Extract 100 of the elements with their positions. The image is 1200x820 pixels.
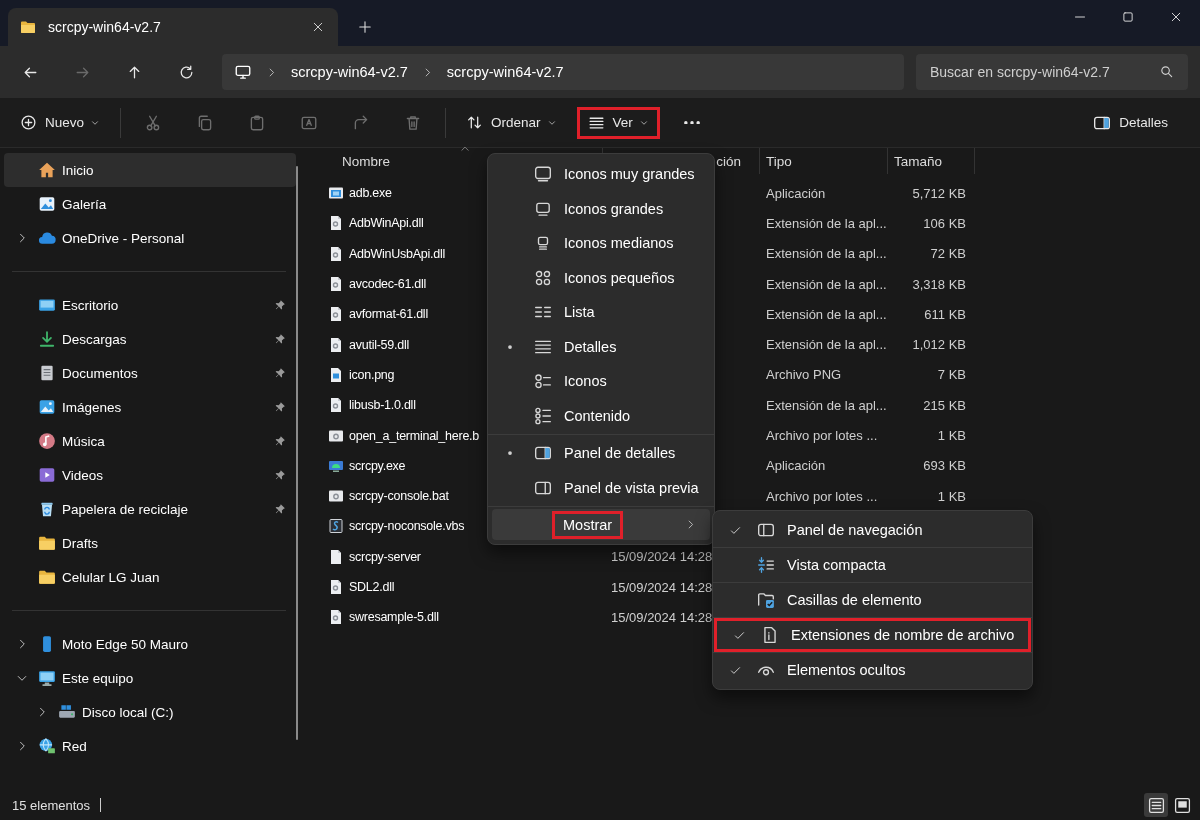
menu-item[interactable]: Contenido [492, 398, 710, 433]
sidebar-item[interactable]: Inicio [4, 153, 296, 187]
sidebar-item[interactable]: Videos [4, 458, 296, 492]
size-cell: 693 KB [923, 458, 966, 474]
plus-circle-icon [20, 114, 37, 131]
size-cell: 1,012 KB [912, 337, 966, 353]
close-icon[interactable] [1170, 11, 1182, 23]
size-cell: 1 KB [937, 488, 966, 504]
file-name[interactable]: scrcpy-server [349, 549, 421, 564]
music-note-icon [38, 432, 56, 450]
menu-item[interactable]: Lista [492, 295, 710, 330]
sidebar-item[interactable]: Este equipo [4, 661, 296, 695]
file-name[interactable]: avformat-61.dll [349, 307, 428, 322]
sort-button[interactable]: Ordenar [458, 106, 565, 139]
column-header[interactable]: Tamaño [888, 148, 975, 174]
drive-icon [58, 703, 76, 721]
file-name[interactable]: swresample-5.dll [349, 610, 439, 625]
search-field[interactable]: Buscar en scrcpy-win64-v2.7 [916, 54, 1188, 90]
menu-item[interactable]: Vista compacta [713, 548, 1032, 582]
window-tab[interactable]: scrcpy-win64-v2.7 [8, 8, 338, 46]
film-icon [38, 466, 56, 484]
content-icon [534, 406, 552, 425]
type-cell: Extensión de la apl... [766, 397, 887, 413]
column-header[interactable]: Tipo [760, 148, 888, 174]
file-name[interactable]: open_a_terminal_here.b [349, 428, 480, 443]
pin-icon [274, 503, 286, 515]
plus-icon[interactable] [358, 20, 372, 34]
details-button[interactable]: Detalles [1085, 106, 1176, 139]
file-name[interactable]: libusb-1.0.dll [349, 398, 416, 413]
sidebar-item[interactable]: Documentos [4, 356, 296, 390]
close-icon[interactable] [312, 21, 324, 33]
new-button[interactable]: Nuevo [12, 106, 109, 139]
menu-item[interactable]: Mostrar [492, 509, 710, 540]
sidebar-item[interactable]: Descargas [4, 322, 296, 356]
menu-item[interactable]: Detalles [492, 329, 710, 364]
program-window-icon [328, 185, 344, 202]
file-name[interactable]: icon.png [349, 367, 395, 382]
file-name[interactable]: avcodec-61.dll [349, 277, 427, 292]
menu-item[interactable]: Iconos pequeños [492, 260, 710, 295]
monitor-icon [234, 63, 252, 81]
breadcrumb-item[interactable]: scrcpy-win64-v2.7 [446, 64, 564, 80]
menu-item[interactable]: Extensiones de nombre de archivo [714, 618, 1031, 652]
file-name[interactable]: scrcpy.exe [349, 458, 406, 473]
sidebar-item[interactable]: OneDrive - Personal [4, 221, 296, 255]
sidebar-item[interactable]: Disco local (C:) [4, 695, 296, 729]
maximize-icon[interactable] [1122, 11, 1134, 23]
picture-icon [38, 398, 56, 416]
document-icon [38, 364, 56, 382]
search-icon[interactable] [1159, 64, 1174, 79]
sidebar-item[interactable]: Imágenes [4, 390, 296, 424]
folder-icon [20, 19, 36, 35]
view-toggle-button[interactable] [1144, 793, 1168, 817]
file-name[interactable]: adb.exe [349, 186, 392, 201]
file-name[interactable]: scrcpy-console.bat [349, 489, 449, 504]
panel-icon [757, 521, 775, 539]
item-count: 15 elementos [12, 797, 91, 813]
file-name[interactable]: SDL2.dll [349, 580, 395, 594]
pin-icon [274, 367, 286, 379]
file-name[interactable]: avutil-59.dll [349, 337, 409, 352]
file-name[interactable]: AdbWinApi.dll [349, 216, 424, 231]
sidebar-item[interactable]: Galería [4, 187, 296, 221]
menu-item[interactable]: Casillas de elemento [713, 583, 1032, 617]
gear-document-icon [328, 579, 344, 595]
type-cell: Extensión de la apl... [766, 306, 887, 322]
size-cell: 611 KB [924, 306, 966, 322]
menu-item[interactable]: Panel de detalles [492, 436, 710, 471]
gear-document-icon [328, 306, 344, 323]
sidebar-item[interactable]: Papelera de reciclaje [4, 492, 296, 526]
sidebar-item[interactable]: Escritorio [4, 288, 296, 322]
sidebar-item[interactable]: Drafts [4, 526, 296, 560]
menu-item[interactable]: Panel de vista previa [492, 470, 710, 505]
type-cell: Aplicación [766, 185, 826, 201]
file-name[interactable]: scrcpy-noconsole.vbs [349, 519, 465, 534]
house-icon [38, 161, 56, 179]
picture-icon [38, 195, 56, 213]
menu-item[interactable]: Iconos [492, 364, 710, 399]
sidebar-item[interactable]: Celular LG Juan [4, 560, 296, 594]
sidebar-item[interactable]: Moto Edge 50 Mauro [4, 627, 296, 661]
gear-document-icon [328, 215, 344, 232]
folder-icon [38, 568, 56, 586]
sidebar-item[interactable]: Música [4, 424, 296, 458]
menu-item[interactable]: Iconos grandes [492, 191, 710, 226]
size-cell: 215 KB [923, 397, 966, 413]
date-cell: 15/09/2024 14:28 [611, 549, 713, 565]
menu-item[interactable]: Elementos ocultos [713, 653, 1032, 687]
view-button[interactable]: Ver [576, 106, 660, 139]
breadcrumb-item[interactable]: scrcpy-win64-v2.7 [291, 64, 408, 80]
desktop-icon [38, 296, 56, 314]
pin-icon [274, 401, 286, 413]
gear-document-icon [328, 276, 344, 293]
file-name[interactable]: AdbWinUsbApi.dll [349, 246, 446, 261]
type-cell: Aplicación [766, 458, 826, 474]
menu-item[interactable]: Iconos medianos [492, 226, 710, 261]
size-cell: 3,318 KB [912, 276, 966, 292]
monitor-icon [38, 669, 56, 687]
download-icon [38, 330, 56, 348]
menu-item[interactable]: Panel de navegación [713, 513, 1032, 547]
size-cell: 106 KB [923, 215, 966, 231]
address-bar[interactable]: scrcpy-win64-v2.7 scrcpy-win64-v2.7 [222, 54, 904, 90]
sidebar-item[interactable]: Red [4, 729, 296, 763]
